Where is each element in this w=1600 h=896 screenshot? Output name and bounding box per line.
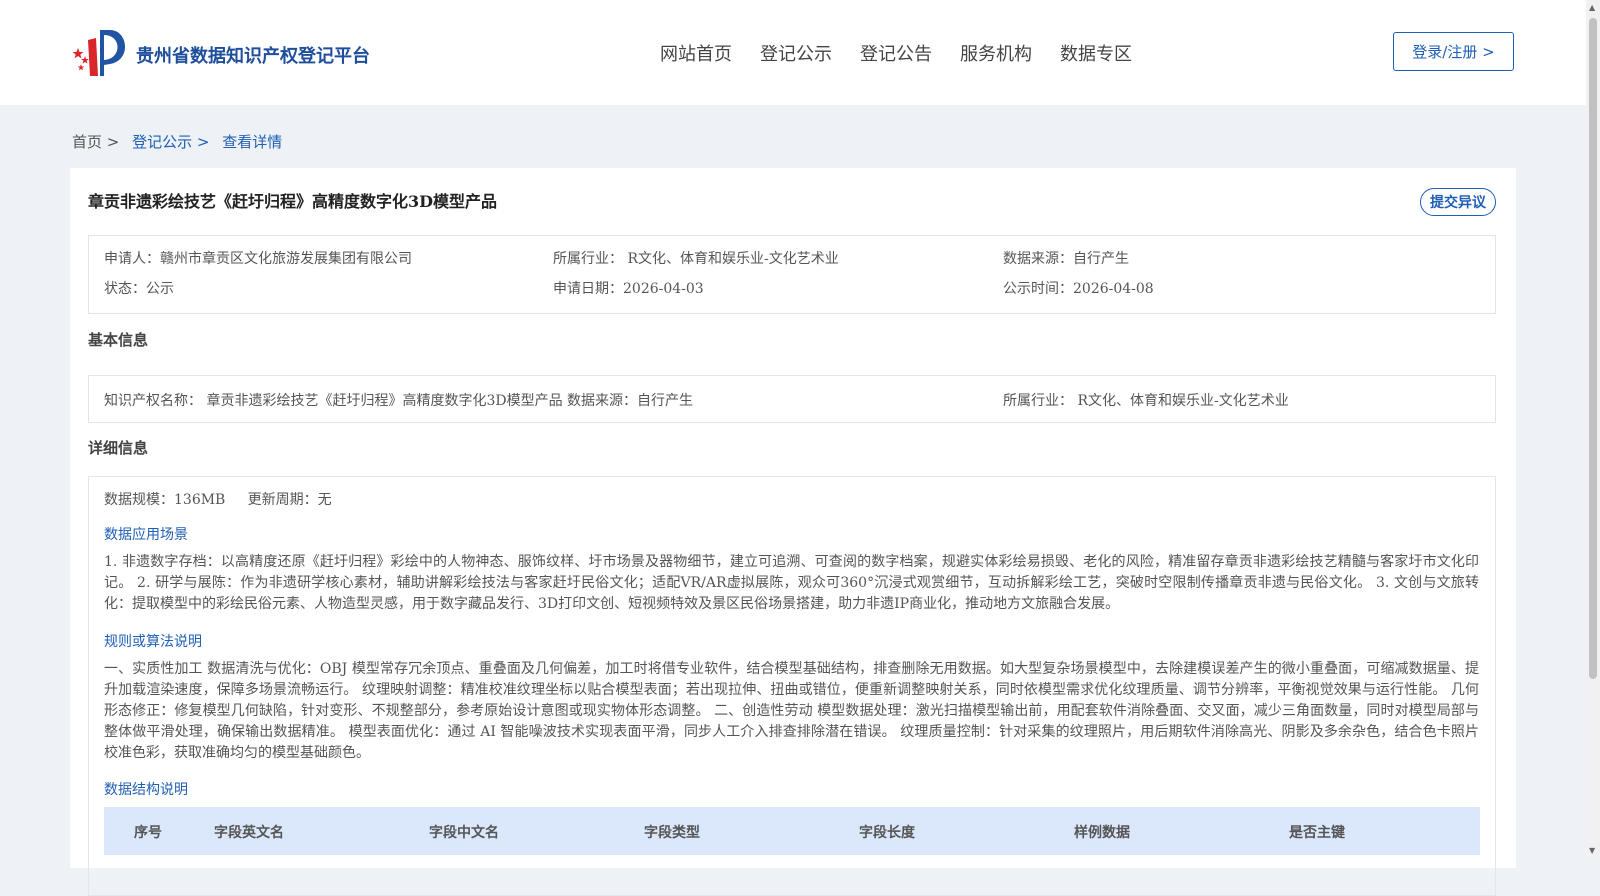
nav-data-zone[interactable]: 数据专区 — [1060, 40, 1132, 66]
th-primary-key: 是否主键 — [1289, 825, 1345, 841]
th-field-en: 字段英文名 — [214, 825, 284, 841]
basic-info-heading: 基本信息 — [88, 331, 149, 349]
breadcrumb-current: 查看详情 — [222, 133, 283, 151]
login-register-button[interactable]: 登录/注册 > — [1393, 32, 1514, 71]
breadcrumb-home[interactable]: 首页 > — [72, 133, 119, 151]
nav-home[interactable]: 网站首页 — [660, 40, 732, 66]
rules-heading: 规则或算法说明 — [104, 634, 202, 650]
scenario-heading: 数据应用场景 — [104, 527, 188, 543]
th-field-length: 字段长度 — [859, 825, 915, 841]
page-title: 章贡非遗彩绘技艺《赶圩归程》高精度数字化3D模型产品 — [88, 192, 498, 211]
detail-card: 章贡非遗彩绘技艺《赶圩归程》高精度数字化3D模型产品 提交异议 申请人：赣州市章… — [70, 168, 1516, 896]
site-name[interactable]: 贵州省数据知识产权登记平台 — [136, 42, 370, 68]
data-source: 数据来源：自行产生 — [1003, 251, 1129, 267]
th-field-cn: 字段中文名 — [429, 825, 499, 841]
detail-info-heading: 详细信息 — [88, 439, 149, 457]
submit-objection-button[interactable]: 提交异议 — [1420, 188, 1496, 216]
th-sample: 样例数据 — [1074, 825, 1130, 841]
basic-industry: 所属行业： R文化、体育和娱乐业-文化艺术业 — [1003, 393, 1289, 409]
site-header: 贵州省数据知识产权登记平台 网站首页 登记公示 登记公告 服务机构 数据专区 登… — [0, 0, 1586, 105]
structure-heading: 数据结构说明 — [104, 782, 188, 798]
nav-registration-publicity[interactable]: 登记公示 — [760, 40, 832, 66]
scrollbar-thumb[interactable] — [1589, 18, 1597, 679]
scroll-up-icon[interactable]: ▲ — [1589, 3, 1595, 12]
nav-service-agencies[interactable]: 服务机构 — [960, 40, 1032, 66]
scroll-down-icon[interactable]: ▼ — [1589, 846, 1595, 855]
th-field-type: 字段类型 — [644, 825, 700, 841]
nav-registration-announcement[interactable]: 登记公告 — [860, 40, 932, 66]
page-scrollbar[interactable]: ▲ ▼ — [1586, 0, 1600, 861]
basic-info-box: 知识产权名称： 章贡非遗彩绘技艺《赶圩归程》高精度数字化3D模型产品 数据来源：… — [88, 375, 1496, 423]
ip-name-and-source: 知识产权名称： 章贡非遗彩绘技艺《赶圩归程》高精度数字化3D模型产品 数据来源：… — [104, 393, 694, 409]
breadcrumb: 首页 > 登记公示 > 查看详情 — [72, 131, 290, 152]
summary-box: 申请人：赣州市章贡区文化旅游发展集团有限公司 所属行业： R文化、体育和娱乐业-… — [88, 235, 1496, 314]
detail-info-box: 数据规模：136MB 更新周期：无 数据应用场景 1. 非遗数字存档：以高精度还… — [88, 476, 1496, 896]
scale-and-cycle: 数据规模：136MB 更新周期：无 — [104, 492, 332, 508]
platform-logo-icon[interactable] — [70, 26, 130, 78]
industry: 所属行业： R文化、体育和娱乐业-文化艺术业 — [553, 251, 839, 267]
main-nav: 网站首页 登记公示 登记公告 服务机构 数据专区 — [660, 40, 1132, 66]
applicant: 申请人：赣州市章贡区文化旅游发展集团有限公司 — [104, 251, 412, 267]
structure-table-header: 序号 字段英文名 字段中文名 字段类型 字段长度 样例数据 是否主键 — [104, 807, 1480, 855]
rules-text: 一、实质性加工 数据清洗与优化：OBJ 模型常存冗余顶点、重叠面及几何偏差，加工… — [104, 661, 1479, 761]
th-index: 序号 — [134, 825, 162, 841]
publish-date: 公示时间：2026-04-08 — [1003, 281, 1154, 297]
scenario-text: 1. 非遗数字存档：以高精度还原《赶圩归程》彩绘中的人物神态、服饰纹样、圩市场景… — [104, 554, 1479, 612]
breadcrumb-list[interactable]: 登记公示 > — [132, 133, 209, 151]
apply-date: 申请日期：2026-04-03 — [553, 281, 704, 297]
status: 状态：公示 — [104, 281, 174, 297]
